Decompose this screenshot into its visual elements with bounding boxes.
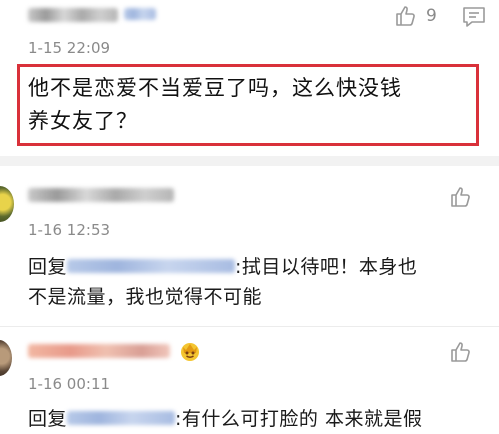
section-divider [0, 156, 499, 166]
reply-timestamp: 1-16 12:53 [28, 221, 111, 239]
comment-text-line2: 养女友了？ [28, 109, 138, 133]
mentioned-user-blurred[interactable] [67, 410, 176, 425]
like-button[interactable] [449, 340, 473, 364]
avatar[interactable] [0, 186, 14, 222]
reply-button[interactable] [462, 6, 486, 28]
like-button[interactable] [449, 185, 473, 209]
comment-text-line1: 他不是恋爱不当爱豆了吗，这么快没钱 [28, 76, 402, 100]
user-badge-blurred [124, 8, 156, 20]
comment-icon [463, 7, 485, 27]
reply-text-line1: 回复 :拭目以待吧！本身也 [28, 252, 417, 282]
reply-text: :拭目以待吧！本身也 [235, 256, 418, 278]
row-divider [0, 326, 499, 327]
username-blurred[interactable] [28, 8, 118, 22]
thumbs-up-icon [451, 187, 470, 207]
username-blurred[interactable] [28, 344, 170, 358]
mentioned-user-blurred[interactable] [67, 258, 236, 273]
crown-emoji-icon [178, 339, 202, 363]
comment-timestamp: 1-15 22:09 [28, 39, 111, 57]
avatar[interactable] [0, 340, 12, 376]
thumbs-up-icon [396, 6, 415, 26]
reply-timestamp: 1-16 00:11 [28, 375, 111, 393]
reply-text-line1: 回复:有什么可打脸的 本来就是假 [28, 404, 422, 434]
username-blurred[interactable] [28, 188, 174, 202]
reply-prefix: 回复 [28, 256, 68, 278]
thumbs-up-icon [451, 342, 470, 362]
reply-text-line2: 不是流量，我也觉得不可能 [28, 286, 263, 308]
like-count: 9 [426, 6, 437, 26]
like-button[interactable] [394, 4, 418, 28]
